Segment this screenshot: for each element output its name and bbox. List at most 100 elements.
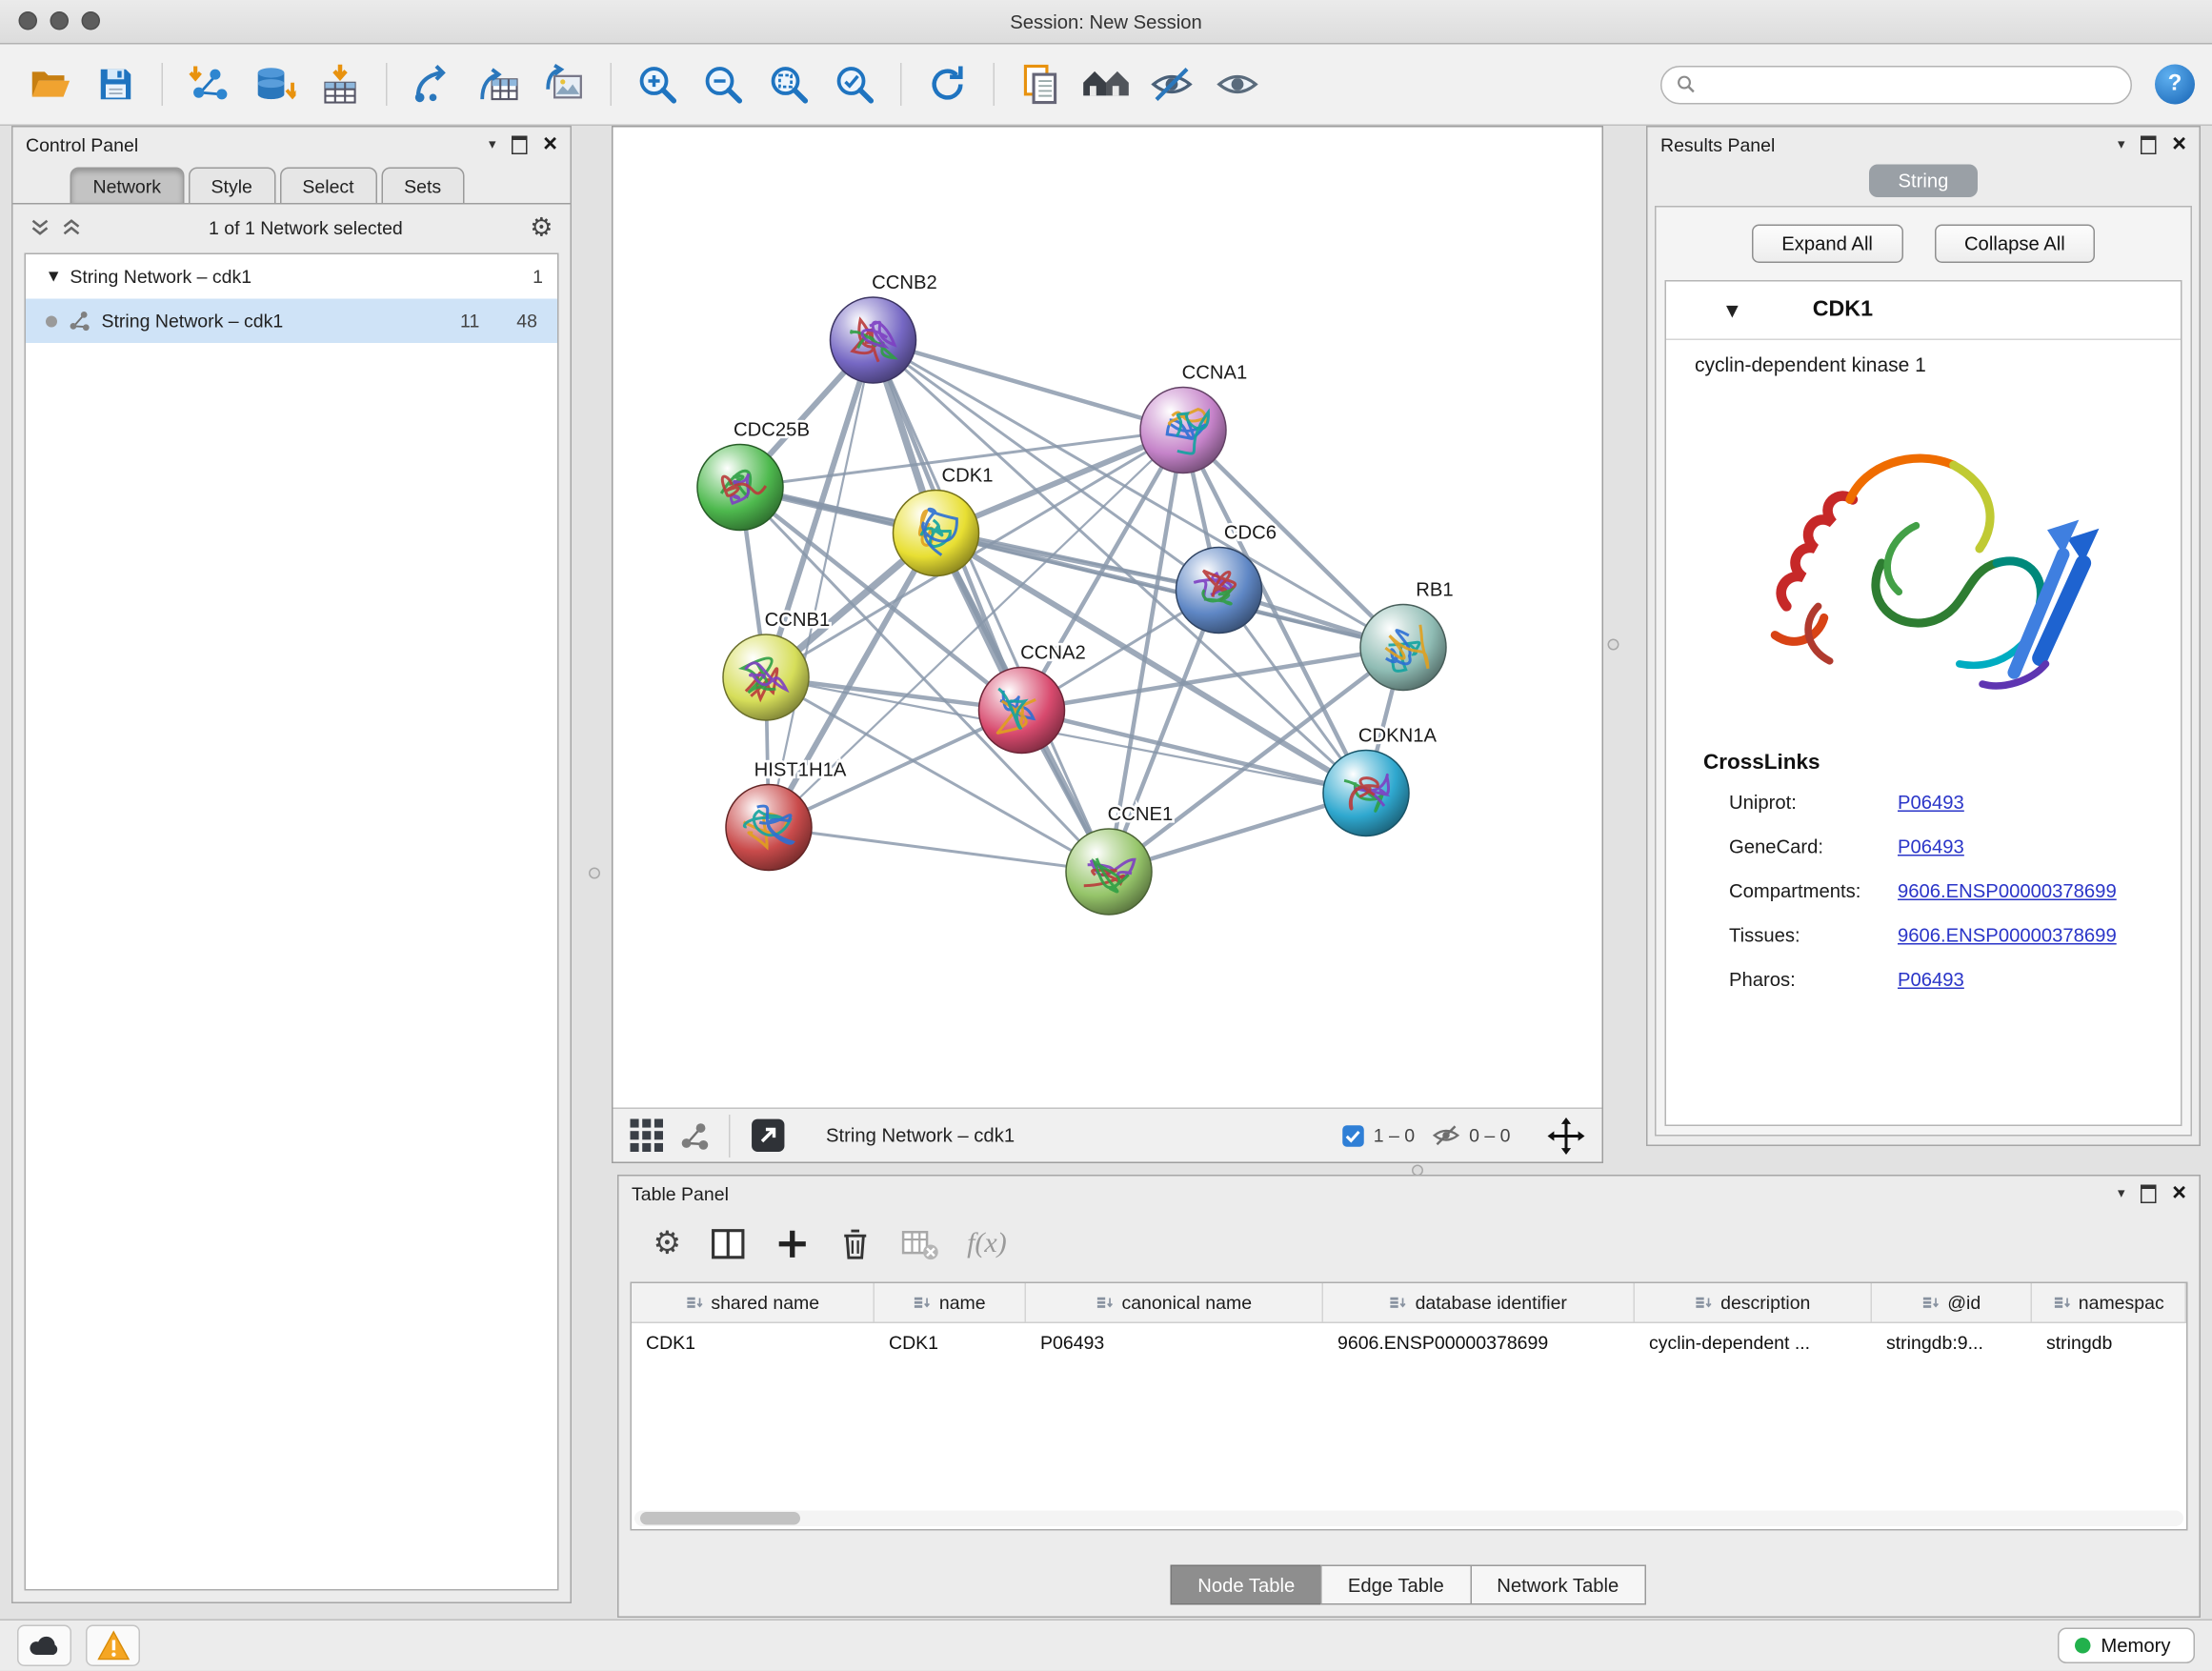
network-node-cdc6[interactable] <box>1176 548 1262 634</box>
show-all-button[interactable] <box>1205 53 1271 116</box>
import-table-file-button[interactable] <box>308 53 373 116</box>
search-field[interactable] <box>1660 65 2132 104</box>
show-columns-icon[interactable] <box>710 1225 746 1261</box>
bottom-splitter-handle[interactable] <box>1412 1165 1423 1177</box>
network-edge[interactable] <box>769 340 874 828</box>
table-settings-gear-icon[interactable]: ⚙ <box>654 1225 682 1261</box>
window-minimize-button[interactable] <box>50 11 70 30</box>
protein-entry-header[interactable]: ▼ CDK1 <box>1666 282 2181 341</box>
function-builder-icon[interactable]: f(x) <box>967 1227 1007 1260</box>
expand-all-button[interactable]: Expand All <box>1752 225 1903 264</box>
preferred-layout-button[interactable] <box>1074 53 1139 116</box>
window-zoom-button[interactable] <box>82 11 101 30</box>
zoom-fit-button[interactable] <box>756 53 822 116</box>
new-network-button[interactable] <box>400 53 466 116</box>
cell-name[interactable]: CDK1 <box>875 1323 1026 1360</box>
zoom-selected-button[interactable] <box>822 53 888 116</box>
column-header-canonical-name[interactable]: canonical name <box>1026 1283 1323 1322</box>
tab-network[interactable]: Network <box>70 168 185 204</box>
tab-string[interactable]: String <box>1870 165 1978 198</box>
refresh-button[interactable] <box>915 53 980 116</box>
collapse-all-icon[interactable] <box>30 217 50 237</box>
zoom-out-button[interactable] <box>691 53 756 116</box>
cell-shared-name[interactable]: CDK1 <box>632 1323 875 1360</box>
network-edge[interactable] <box>874 340 1184 431</box>
open-session-button[interactable] <box>17 53 83 116</box>
panel-menu-icon[interactable]: ▾ <box>2118 136 2125 152</box>
delete-table-icon[interactable] <box>900 1225 939 1261</box>
horizontal-scrollbar[interactable] <box>634 1511 2183 1527</box>
network-node-ccna1[interactable] <box>1140 388 1226 473</box>
export-view-icon[interactable] <box>751 1117 787 1154</box>
network-node-hist1h1a[interactable] <box>726 785 812 871</box>
crosslink-value-link[interactable]: P06493 <box>1898 836 1964 858</box>
network-node-ccnb2[interactable] <box>831 297 916 383</box>
network-edge[interactable] <box>769 828 1109 873</box>
gear-icon[interactable]: ⚙ <box>530 212 553 243</box>
panel-float-icon[interactable] <box>2141 135 2157 154</box>
cell-database-identifier[interactable]: 9606.ENSP00000378699 <box>1323 1323 1635 1360</box>
network-node-ccna2[interactable] <box>979 668 1065 754</box>
network-node-cdk1[interactable] <box>894 491 979 576</box>
tab-network-table[interactable]: Network Table <box>1470 1565 1646 1605</box>
cell-description[interactable]: cyclin-dependent ... <box>1635 1323 1872 1360</box>
column-header-database-identifier[interactable]: database identifier <box>1323 1283 1635 1322</box>
left-splitter-handle[interactable] <box>589 868 600 879</box>
memory-button[interactable]: Memory <box>2058 1628 2195 1664</box>
birdseye-network-icon[interactable] <box>680 1121 709 1150</box>
column-header-id[interactable]: @id <box>1872 1283 2032 1322</box>
checkbox-icon[interactable] <box>1342 1124 1365 1147</box>
network-row-selected[interactable]: String Network – cdk1 11 48 <box>26 299 557 344</box>
cell-id[interactable]: stringdb:9... <box>1872 1323 2032 1360</box>
network-edge[interactable] <box>874 340 1110 872</box>
hidden-eye-icon[interactable] <box>1432 1123 1460 1148</box>
clone-network-button[interactable] <box>466 53 532 116</box>
network-node-rb1[interactable] <box>1360 605 1446 691</box>
export-image-button[interactable] <box>532 53 597 116</box>
disclosure-triangle-icon[interactable]: ▼ <box>1726 301 1739 320</box>
import-network-database-button[interactable] <box>242 53 308 116</box>
crosslink-value-link[interactable]: P06493 <box>1898 969 1964 991</box>
panel-close-icon[interactable]: × <box>2172 136 2186 153</box>
network-collection-row[interactable]: ▼ String Network – cdk1 1 <box>26 254 557 299</box>
copy-button[interactable] <box>1008 53 1074 116</box>
network-canvas[interactable]: CCNB2CCNA1CDC25BCDK1CDC6RB1CCNB1CCNA2CDK… <box>613 128 1602 1108</box>
crosslink-value-link[interactable]: P06493 <box>1898 792 1964 814</box>
expand-all-icon[interactable] <box>62 217 82 237</box>
tab-style[interactable]: Style <box>189 168 275 204</box>
panel-menu-icon[interactable]: ▾ <box>2118 1185 2125 1201</box>
panel-float-icon[interactable] <box>512 135 528 154</box>
disclosure-triangle-icon[interactable]: ▼ <box>49 270 58 284</box>
network-node-ccne1[interactable] <box>1066 829 1152 915</box>
panel-close-icon[interactable]: × <box>2172 1185 2186 1202</box>
network-edge[interactable] <box>936 534 1404 648</box>
panel-menu-icon[interactable]: ▾ <box>489 136 496 152</box>
table-row[interactable]: CDK1 CDK1 P06493 9606.ENSP00000378699 cy… <box>632 1323 2186 1360</box>
tab-sets[interactable]: Sets <box>381 168 464 204</box>
cell-namespace[interactable]: stringdb <box>2032 1323 2186 1360</box>
tab-select[interactable]: Select <box>279 168 376 204</box>
crosslink-value-link[interactable]: 9606.ENSP00000378699 <box>1898 925 2117 947</box>
network-node-ccnb1[interactable] <box>723 634 809 720</box>
tab-edge-table[interactable]: Edge Table <box>1320 1565 1471 1605</box>
crosslink-value-link[interactable]: 9606.ENSP00000378699 <box>1898 880 2117 902</box>
cell-canonical-name[interactable]: P06493 <box>1026 1323 1323 1360</box>
add-column-icon[interactable] <box>774 1225 811 1261</box>
cloud-button[interactable] <box>17 1625 71 1667</box>
help-button[interactable]: ? <box>2155 65 2195 105</box>
column-header-shared-name[interactable]: shared name <box>632 1283 875 1322</box>
tab-node-table[interactable]: Node Table <box>1171 1565 1322 1605</box>
hide-selected-button[interactable] <box>1139 53 1205 116</box>
search-input[interactable] <box>1705 72 2117 97</box>
column-header-name[interactable]: name <box>875 1283 1026 1322</box>
collapse-all-button[interactable]: Collapse All <box>1934 225 2095 264</box>
move-tool-icon[interactable] <box>1548 1117 1585 1154</box>
scrollbar-thumb[interactable] <box>640 1512 800 1525</box>
column-header-namespace[interactable]: namespac <box>2032 1283 2186 1322</box>
network-node-cdc25b[interactable] <box>697 445 783 531</box>
right-splitter-handle[interactable] <box>1608 639 1619 651</box>
panel-close-icon[interactable]: × <box>543 136 557 153</box>
network-node-cdkn1a[interactable] <box>1323 751 1409 836</box>
zoom-in-button[interactable] <box>625 53 691 116</box>
warnings-button[interactable] <box>86 1625 140 1667</box>
